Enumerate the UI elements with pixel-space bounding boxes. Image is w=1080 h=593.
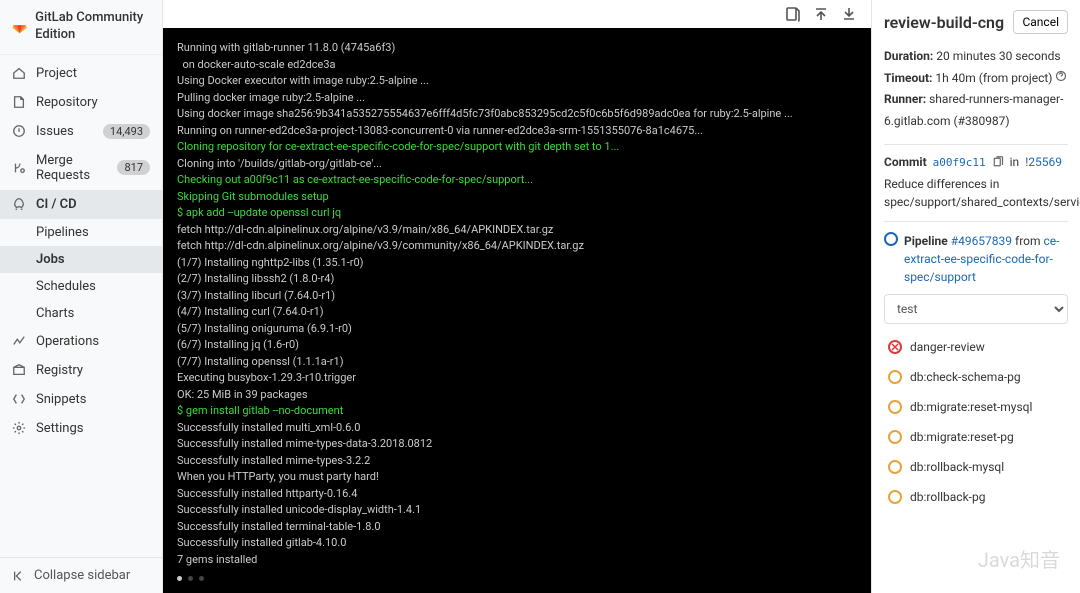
pipeline-row: Pipeline #49657839 from ce-extract-ee-sp…: [884, 232, 1068, 286]
job-title: review-build-cng: [884, 13, 1004, 32]
job-status-icon: [888, 400, 902, 414]
sidebar-subitem-jobs[interactable]: Jobs: [0, 246, 162, 273]
nav-label: Merge Requests: [36, 153, 107, 183]
pipeline-id-link[interactable]: #49657839: [951, 234, 1012, 248]
job-item-db-check-schema-pg[interactable]: db:check-schema-pg: [884, 362, 1068, 392]
copy-icon[interactable]: [992, 156, 1004, 168]
sidebar-header: GitLab Community Edition: [0, 0, 162, 55]
sidebar-item-merge-requests[interactable]: Merge Requests 817: [0, 146, 162, 190]
job-name: db:migrate:reset-pg: [910, 430, 1014, 444]
job-item-danger-review[interactable]: danger-review: [884, 332, 1068, 362]
nav-label: CI / CD: [36, 197, 77, 212]
nav-label: Operations: [36, 334, 99, 349]
sidebar-subitem-charts[interactable]: Charts: [0, 300, 162, 327]
home-icon: [12, 66, 26, 80]
sidebar-subitem-pipelines[interactable]: Pipelines: [0, 219, 162, 246]
nav-label: Registry: [36, 363, 83, 378]
timeout-label: Timeout:: [884, 71, 932, 85]
collapse-icon: [12, 569, 26, 583]
sidebar-subitem-schedules[interactable]: Schedules: [0, 273, 162, 300]
sidebar-item-operations[interactable]: Operations: [0, 327, 162, 356]
job-item-db-rollback-mysql[interactable]: db:rollback-mysql: [884, 452, 1068, 482]
app-title: GitLab Community Edition: [35, 10, 150, 44]
file-icon: [12, 95, 26, 109]
runner-label: Runner:: [884, 92, 926, 106]
nav-label: Snippets: [36, 392, 87, 407]
sidebar-item-snippets[interactable]: Snippets: [0, 385, 162, 414]
issues-icon: [12, 124, 26, 138]
job-name: db:migrate:reset-mysql: [910, 400, 1032, 414]
help-icon[interactable]: [1055, 70, 1067, 82]
commit-in: in: [1010, 155, 1020, 169]
rocket-icon: [12, 197, 26, 211]
nav-label: Project: [36, 66, 77, 81]
page-dot[interactable]: [177, 576, 182, 581]
collapse-sidebar-button[interactable]: Collapse sidebar: [0, 557, 162, 593]
pipeline-status-icon: [884, 232, 898, 246]
page-dot[interactable]: [199, 576, 204, 581]
pipeline-label: Pipeline: [904, 234, 948, 248]
job-name: db:rollback-mysql: [910, 460, 1004, 474]
stage-select[interactable]: test: [884, 294, 1068, 324]
sidebar-item-settings[interactable]: Settings: [0, 414, 162, 443]
job-log-terminal[interactable]: Running with gitlab-runner 11.8.0 (4745a…: [163, 28, 871, 568]
pagination-dots: [163, 568, 871, 593]
scroll-bottom-icon[interactable]: [841, 6, 857, 22]
registry-icon: [12, 363, 26, 377]
nav-label: Issues: [36, 124, 74, 139]
job-name: db:rollback-pg: [910, 490, 985, 504]
cancel-button[interactable]: Cancel: [1013, 10, 1068, 34]
sidebar-nav: Project Repository Issues 14,493 Merge Reque…: [0, 55, 162, 557]
sidebar-item-issues[interactable]: Issues 14,493: [0, 117, 162, 146]
job-status-icon: [888, 430, 902, 444]
commit-message: Reduce differences in spec/support/share…: [884, 175, 1068, 211]
duration-value: 20 minutes 30 seconds: [936, 49, 1060, 63]
raw-log-icon[interactable]: [785, 6, 801, 22]
job-item-db-migrate-reset-mysql[interactable]: db:migrate:reset-mysql: [884, 392, 1068, 422]
gitlab-logo-icon: [12, 17, 27, 37]
sidebar-item-registry[interactable]: Registry: [0, 356, 162, 385]
sidebar-item-project[interactable]: Project: [0, 59, 162, 88]
duration-label: Duration:: [884, 49, 933, 63]
scroll-top-icon[interactable]: [813, 6, 829, 22]
sidebar: GitLab Community Edition Project Reposito…: [0, 0, 163, 593]
job-item-db-rollback-pg[interactable]: db:rollback-pg: [884, 482, 1068, 512]
job-details-panel: review-build-cng Cancel Duration: 20 min…: [871, 0, 1080, 593]
commit-label: Commit: [884, 155, 927, 169]
timeout-value: 1h 40m (from project): [935, 71, 1052, 85]
pipeline-from: from: [1015, 234, 1041, 248]
sidebar-item-ci-cd[interactable]: CI / CD: [0, 190, 162, 219]
nav-badge: 14,493: [103, 124, 150, 139]
snippets-icon: [12, 392, 26, 406]
job-name: danger-review: [910, 340, 985, 354]
merge-request-link[interactable]: !25569: [1025, 155, 1062, 169]
settings-icon: [12, 421, 26, 435]
job-status-icon: [888, 340, 902, 354]
main-area: Running with gitlab-runner 11.8.0 (4745a…: [163, 0, 871, 593]
job-status-icon: [888, 460, 902, 474]
job-list: danger-review db:check-schema-pg db:migrat…: [884, 332, 1068, 512]
nav-badge: 817: [117, 160, 150, 175]
job-meta: Duration: 20 minutes 30 seconds Timeout:…: [884, 46, 1068, 132]
collapse-label: Collapse sidebar: [34, 568, 130, 583]
commit-sha-link[interactable]: a00f9c11: [933, 156, 986, 169]
ops-icon: [12, 334, 26, 348]
job-toolbar: [163, 0, 871, 28]
commit-row: Commit a00f9c11 in !25569: [884, 155, 1068, 169]
nav-label: Settings: [36, 421, 83, 436]
job-status-icon: [888, 370, 902, 384]
job-status-icon: [888, 490, 902, 504]
nav-label: Repository: [36, 95, 98, 110]
job-item-db-migrate-reset-pg[interactable]: db:migrate:reset-pg: [884, 422, 1068, 452]
job-name: db:check-schema-pg: [910, 370, 1021, 384]
page-dot[interactable]: [188, 576, 193, 581]
merge-icon: [12, 161, 26, 175]
sidebar-item-repository[interactable]: Repository: [0, 88, 162, 117]
